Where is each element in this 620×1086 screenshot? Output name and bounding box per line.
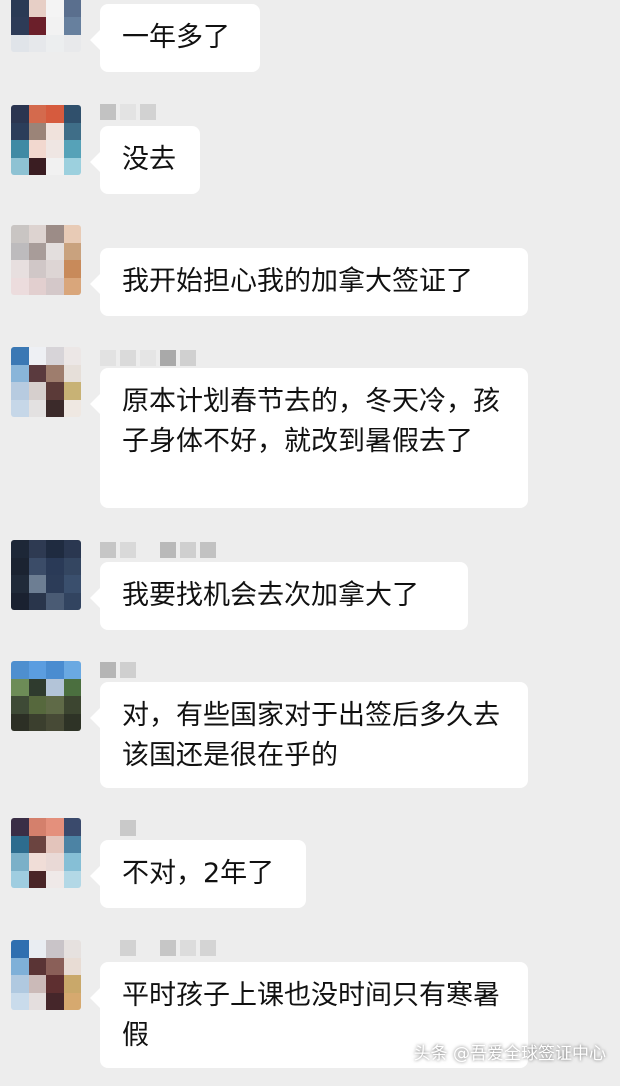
avatar[interactable] — [11, 818, 81, 888]
sender-name-pixelated — [100, 820, 136, 836]
sender-name-pixelated — [100, 104, 156, 120]
sender-name-pixelated — [100, 940, 216, 956]
sender-name-pixelated — [100, 662, 136, 678]
message-text: 原本计划春节去的，冬天冷，孩子身体不好，就改到暑假去了 — [122, 386, 500, 457]
message-text: 我要找机会去次加拿大了 — [122, 580, 419, 611]
avatar[interactable] — [11, 347, 81, 417]
message-text: 没去 — [122, 144, 176, 175]
message-bubble[interactable]: 一年多了 — [90, 4, 260, 72]
avatar[interactable] — [11, 105, 81, 175]
message-text: 不对，2年了 — [122, 858, 275, 889]
message-bubble[interactable]: 对，有些国家对于出签后多久去该国还是很在乎的 — [90, 682, 528, 788]
avatar[interactable] — [11, 0, 81, 52]
avatar[interactable] — [11, 661, 81, 731]
message-bubble[interactable]: 我开始担心我的加拿大签证了 — [90, 248, 528, 316]
message-bubble[interactable]: 原本计划春节去的，冬天冷，孩子身体不好，就改到暑假去了 — [90, 368, 528, 508]
avatar[interactable] — [11, 225, 81, 295]
sender-name-pixelated — [100, 542, 216, 558]
message-bubble[interactable]: 不对，2年了 — [90, 840, 306, 908]
sender-name-pixelated — [100, 350, 196, 366]
watermark: 头条 @吾爱全球签证中心 — [413, 1044, 606, 1064]
message-bubble[interactable]: 没去 — [90, 126, 200, 194]
avatar[interactable] — [11, 940, 81, 1010]
message-text: 我开始担心我的加拿大签证了 — [122, 266, 473, 297]
message-text: 对，有些国家对于出签后多久去该国还是很在乎的 — [122, 700, 500, 771]
avatar[interactable] — [11, 540, 81, 610]
message-text: 一年多了 — [122, 22, 230, 53]
message-bubble[interactable]: 我要找机会去次加拿大了 — [90, 562, 468, 630]
